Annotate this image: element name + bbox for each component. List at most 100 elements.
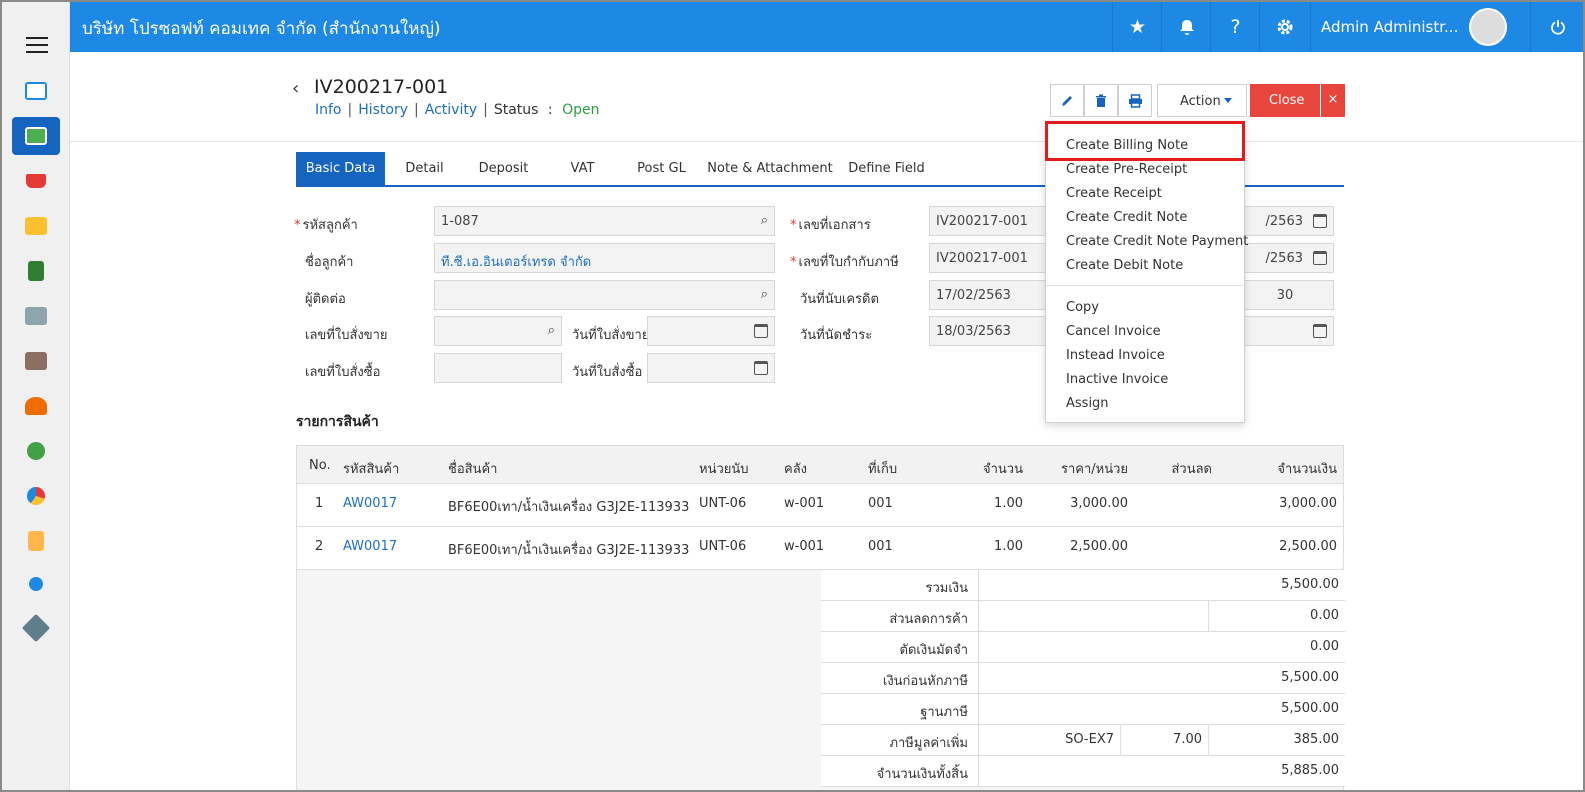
doc-date-input[interactable]: /2563 (1242, 206, 1334, 236)
tab-note-attachment[interactable]: Note & Attachment (701, 152, 839, 185)
menu-create-debit-note[interactable]: Create Debit Note (1066, 258, 1183, 273)
tab-post-gl[interactable]: Post GL (622, 152, 701, 185)
tax-date-input[interactable]: /2563 (1242, 243, 1334, 273)
status-badge: Open (562, 102, 600, 118)
summary-pre-tax: เงินก่อนหักภาษี 5,500.00 (821, 663, 1345, 694)
credit-date-label: วันที่นับเครดิต (800, 292, 879, 307)
menu-cancel-invoice[interactable]: Cancel Invoice (1066, 324, 1161, 339)
print-button[interactable] (1118, 84, 1152, 117)
items-section-title: รายการสินค้า (296, 414, 379, 430)
contact-label: ผู้ติดต่อ (305, 292, 346, 307)
so-number-input[interactable]: ⌕ (434, 316, 562, 346)
history-link[interactable]: History (358, 102, 408, 118)
items-table: No. รหัสสินค้า ชื่อสินค้า หน่วยนับ คลัง … (296, 445, 1344, 571)
po-number-input[interactable] (434, 353, 562, 383)
table-row[interactable]: 2 AW0017 BF6E00เทา/น้ำเงินเครื่อง G3J2E-… (297, 527, 1343, 570)
box-icon[interactable] (12, 207, 60, 245)
check-icon[interactable] (12, 432, 60, 470)
cart-icon[interactable] (12, 162, 60, 200)
calendar-icon (754, 324, 768, 338)
search-report-icon[interactable] (12, 565, 60, 603)
doc-number-label: * เลขที่เอกสาร (790, 218, 871, 233)
menu-copy[interactable]: Copy (1066, 300, 1099, 315)
edit-button[interactable] (1050, 84, 1084, 117)
summary-panel: รวมเงิน 5,500.00 ส่วนลดการค้า 0.00 ตัดเงิ… (296, 570, 1345, 790)
customer-code-input[interactable]: 1-087 ⌕ (434, 206, 775, 236)
table-row[interactable]: 1 AW0017 BF6E00เทา/น้ำเงินเครื่อง G3J2E-… (297, 484, 1343, 527)
close-button[interactable]: Close (1250, 84, 1320, 117)
due-date-label: วันที่นัดชำระ (800, 328, 873, 343)
calendar-icon (754, 361, 768, 375)
calendar-icon (1313, 251, 1327, 265)
menu-divider (1046, 285, 1244, 286)
customer-name-field: ที.ซี.เอ.อินเตอร์เทรด จำกัด (434, 243, 775, 273)
action-button[interactable]: Action (1157, 84, 1247, 117)
tab-detail[interactable]: Detail (385, 152, 464, 185)
activity-link[interactable]: Activity (425, 102, 477, 118)
col-price: ราคา/หน่วย (1060, 462, 1128, 477)
action-menu: Create Billing Note Create Pre-Receipt C… (1045, 121, 1248, 423)
dashboard-icon[interactable] (12, 72, 60, 110)
highlight-box (1045, 121, 1245, 161)
status-separator: : (547, 102, 553, 118)
tab-define-field[interactable]: Define Field (839, 152, 934, 185)
person-icon[interactable] (12, 387, 60, 425)
gear-icon[interactable] (1259, 2, 1309, 52)
po-date-input[interactable] (647, 353, 775, 383)
chevron-down-icon (1224, 98, 1232, 103)
action-label: Action (1180, 94, 1221, 109)
bank-icon[interactable] (12, 297, 60, 335)
tab-deposit[interactable]: Deposit (464, 152, 543, 185)
tax-invoice-field: IV200217-001 (929, 243, 1049, 273)
user-menu[interactable]: Admin Administr... (1310, 2, 1530, 52)
pencil-icon (1062, 95, 1072, 106)
summary-trade-discount: ส่วนลดการค้า 0.00 (821, 601, 1345, 632)
vat-code[interactable]: SO-EX7 (979, 725, 1121, 755)
menu-assign[interactable]: Assign (1066, 396, 1109, 411)
item-code-link[interactable]: AW0017 (343, 539, 397, 554)
delete-button[interactable] (1084, 84, 1118, 117)
menu-create-pre-receipt[interactable]: Create Pre-Receipt (1066, 162, 1187, 177)
money-icon[interactable] (12, 117, 60, 155)
close-icon[interactable]: × (1321, 84, 1345, 117)
wallet-icon[interactable] (12, 342, 60, 380)
col-qty: จำนวน (983, 462, 1023, 477)
col-code: รหัสสินค้า (343, 462, 400, 477)
power-icon[interactable] (1530, 2, 1583, 52)
menu-instead-invoice[interactable]: Instead Invoice (1066, 348, 1165, 363)
trash-icon (1096, 94, 1106, 107)
star-icon[interactable]: ★ (1112, 2, 1162, 52)
summary-vat: ภาษีมูลค่าเพิ่ม SO-EX7 7.00 385.00 (821, 725, 1345, 756)
menu-create-receipt[interactable]: Create Receipt (1066, 186, 1162, 201)
book-icon[interactable] (12, 252, 60, 290)
so-number-label: เลขที่ใบสั่งขาย (305, 328, 388, 343)
due-extra-input[interactable] (1242, 316, 1334, 346)
bell-icon[interactable] (1161, 2, 1211, 52)
credit-days-field[interactable]: 30 (1242, 280, 1334, 310)
question-icon[interactable]: ? (1210, 2, 1260, 52)
back-icon[interactable]: ‹ (292, 78, 299, 99)
customer-code-label: * รหัสลูกค้า (294, 218, 358, 233)
so-date-input[interactable] (647, 316, 775, 346)
menu-create-credit-note-payment[interactable]: Create Credit Note Payment (1066, 234, 1248, 249)
tab-basic-data[interactable]: Basic Data (296, 152, 385, 185)
vat-rate: 7.00 (1121, 725, 1209, 755)
credit-date-input[interactable]: 17/02/2563 (929, 280, 1049, 310)
col-unit: หน่วยนับ (699, 462, 749, 477)
due-date-input[interactable]: 18/03/2563 (929, 316, 1049, 346)
tab-vat[interactable]: VAT (543, 152, 622, 185)
menu-icon[interactable] (26, 37, 48, 53)
menu-inactive-invoice[interactable]: Inactive Invoice (1066, 372, 1168, 387)
col-no: No. (309, 458, 331, 473)
contact-input[interactable]: ⌕ (434, 280, 775, 310)
avatar[interactable] (1469, 8, 1507, 46)
summary-deposit: ตัดเงินมัดจำ 0.00 (821, 632, 1345, 663)
app-window: บริษัท โปรซอฟท์ คอมเทค จำกัด (สำนักงานให… (0, 0, 1585, 792)
search-icon: ⌕ (760, 213, 768, 228)
report-icon[interactable] (12, 522, 60, 560)
menu-create-credit-note[interactable]: Create Credit Note (1066, 210, 1187, 225)
info-link[interactable]: Info (315, 102, 342, 118)
pie-chart-icon[interactable] (12, 477, 60, 515)
tools-icon[interactable] (12, 609, 60, 647)
item-code-link[interactable]: AW0017 (343, 496, 397, 511)
